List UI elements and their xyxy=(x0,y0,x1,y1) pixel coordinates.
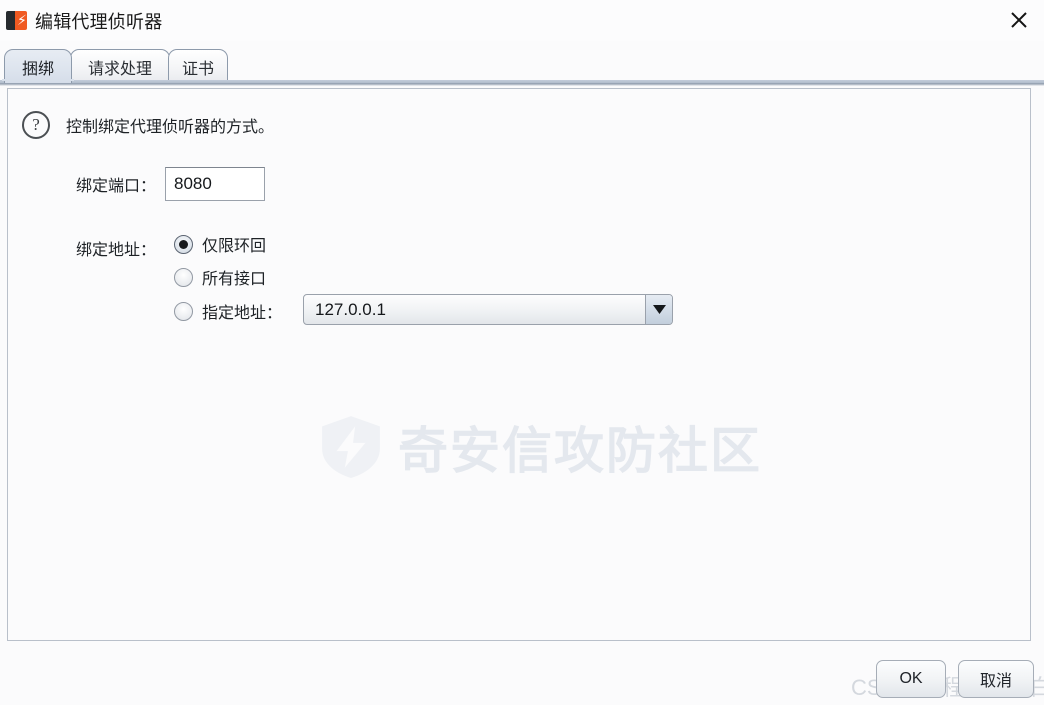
help-row: ? 控制绑定代理侦听器的方式。 xyxy=(22,111,274,139)
tab-certificate[interactable]: 证书 xyxy=(168,49,228,83)
specific-address-select-value: 127.0.0.1 xyxy=(315,299,386,319)
close-icon[interactable] xyxy=(1000,2,1038,38)
cancel-button[interactable]: 取消 xyxy=(958,660,1034,698)
burp-suite-icon: ⚡ xyxy=(6,10,28,32)
radio-all-interfaces-control[interactable] xyxy=(174,267,193,287)
shield-bolt-icon xyxy=(322,416,380,478)
bind-port-row: 绑定端口： xyxy=(8,167,1030,201)
tab-request-handling-label: 请求处理 xyxy=(87,60,152,78)
window-title: 编辑代理侦听器 xyxy=(35,11,163,32)
tab-strip-divider xyxy=(0,80,1044,86)
tab-binding[interactable]: 捆绑 xyxy=(4,49,72,83)
tab-certificate-label: 证书 xyxy=(182,60,215,78)
cancel-button-label: 取消 xyxy=(979,673,1012,690)
specific-address-select[interactable]: 127.0.0.1 xyxy=(303,294,673,325)
ok-button-label: OK xyxy=(899,670,923,687)
tab-strip: 捆绑 请求处理 证书 xyxy=(0,46,1044,83)
binding-panel: ? 控制绑定代理侦听器的方式。 绑定端口： 绑定地址： 仅限环回 所有接口 指定… xyxy=(7,88,1031,641)
ok-button[interactable]: OK xyxy=(876,660,946,698)
radio-specific-address-label: 指定地址： xyxy=(202,305,283,322)
question-mark-icon: ? xyxy=(22,111,50,139)
bind-address-label: 绑定地址： xyxy=(75,242,156,259)
bind-port-label: 绑定端口： xyxy=(75,178,156,195)
help-text: 控制绑定代理侦听器的方式。 xyxy=(66,119,275,136)
radio-specific-address[interactable]: 指定地址： xyxy=(174,299,282,323)
site-watermark: 奇安信攻防社区 xyxy=(318,411,762,483)
radio-selected-dot xyxy=(179,239,188,249)
chevron-down-icon[interactable] xyxy=(645,295,672,324)
tab-binding-label: 捆绑 xyxy=(21,60,54,78)
radio-all-interfaces-label: 所有接口 xyxy=(202,271,267,288)
icon-dark-half xyxy=(6,10,15,30)
active-tab-connector xyxy=(2,79,74,81)
site-watermark-text: 奇安信攻防社区 xyxy=(398,423,762,479)
radio-specific-address-control[interactable] xyxy=(174,301,193,321)
icon-bolt-glyph: ⚡ xyxy=(17,11,27,28)
tab-request-handling[interactable]: 请求处理 xyxy=(70,49,170,83)
radio-loopback-only-control[interactable] xyxy=(174,234,193,254)
radio-all-interfaces[interactable]: 所有接口 xyxy=(174,265,266,289)
radio-loopback-only[interactable]: 仅限环回 xyxy=(174,232,266,256)
radio-loopback-only-label: 仅限环回 xyxy=(202,238,267,255)
bind-port-input[interactable] xyxy=(165,167,265,201)
title-bar: ⚡ 编辑代理侦听器 xyxy=(0,0,1044,41)
